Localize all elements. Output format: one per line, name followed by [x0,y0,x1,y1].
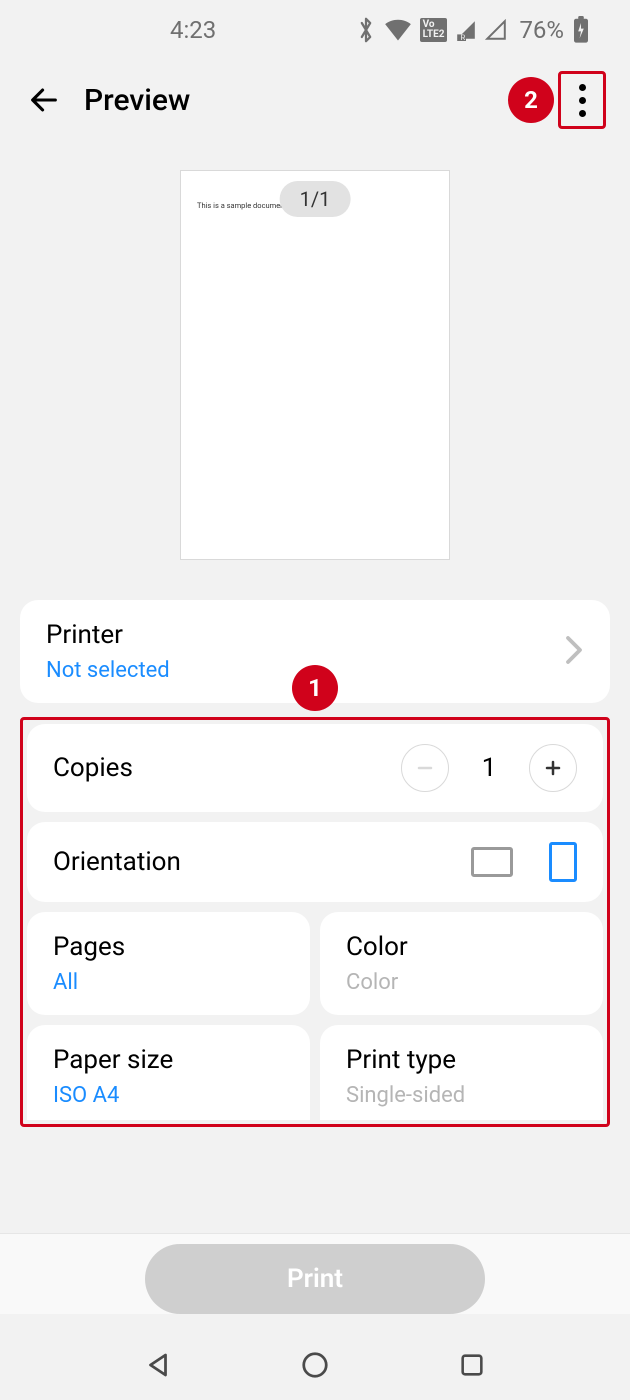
app-bar: Preview 2 [0,60,630,140]
document-page[interactable]: This is a sample document. 1/1 [180,170,450,560]
pages-row[interactable]: Pages All [27,912,310,1015]
copies-increment-button[interactable] [529,744,577,792]
callout-badge-1: 1 [292,665,338,711]
bluetooth-icon [356,16,376,44]
printer-label: Printer [46,620,170,650]
circle-home-icon [300,1350,330,1380]
copies-label: Copies [53,753,133,783]
copies-row: Copies 1 [27,724,603,812]
pages-label: Pages [53,932,284,962]
callout-badge-2: 2 [508,77,554,123]
print-settings: Printer Not selected 1 Copies 1 [0,580,630,1127]
signal-icon-2 [485,19,507,41]
orientation-landscape-button[interactable] [471,847,513,877]
square-recents-icon [458,1351,486,1379]
more-options-button[interactable] [558,71,606,129]
wifi-icon [384,19,412,41]
paper-size-row[interactable]: Paper size ISO A4 [27,1025,310,1120]
print-type-row[interactable]: Print type Single-sided [320,1025,603,1120]
minus-icon [416,759,434,777]
color-label: Color [346,932,577,962]
chevron-right-icon [564,635,584,669]
color-value: Color [346,970,577,995]
print-type-value: Single-sided [346,1083,577,1108]
nav-recents-button[interactable] [452,1345,492,1385]
print-action-bar: Print [0,1233,630,1314]
paper-size-value: ISO A4 [53,1083,284,1108]
signal-icon-1: R [455,19,477,41]
battery-charging-icon [572,16,590,44]
page-indicator: 1/1 [280,181,351,217]
document-preview-area: This is a sample document. 1/1 [0,140,630,580]
orientation-label: Orientation [53,847,181,877]
paper-size-label: Paper size [53,1045,284,1075]
nav-back-button[interactable] [138,1345,178,1385]
copies-value: 1 [479,753,499,783]
printer-value: Not selected [46,658,170,683]
callout-region-1: Copies 1 Orientation [20,717,610,1127]
status-time: 4:23 [170,16,216,44]
nav-home-button[interactable] [295,1345,335,1385]
print-type-label: Print type [346,1045,577,1075]
more-vertical-icon [579,84,586,117]
system-navigation-bar [0,1330,630,1400]
triangle-back-icon [143,1350,173,1380]
orientation-row: Orientation [27,822,603,902]
svg-text:R: R [461,33,466,41]
plus-icon [544,759,562,777]
pages-value: All [53,970,284,995]
status-icons: VoLTE2 R 76% [356,16,590,44]
color-row[interactable]: Color Color [320,912,603,1015]
print-button[interactable]: Print [145,1244,485,1314]
volte-icon: VoLTE2 [420,18,448,42]
battery-percent: 76% [519,16,564,44]
copies-decrement-button[interactable] [401,744,449,792]
back-button[interactable] [24,80,64,120]
page-title: Preview [84,83,190,118]
orientation-portrait-button[interactable] [549,842,577,882]
arrow-left-icon [27,83,61,117]
status-bar: 4:23 VoLTE2 R 76% [0,0,630,60]
